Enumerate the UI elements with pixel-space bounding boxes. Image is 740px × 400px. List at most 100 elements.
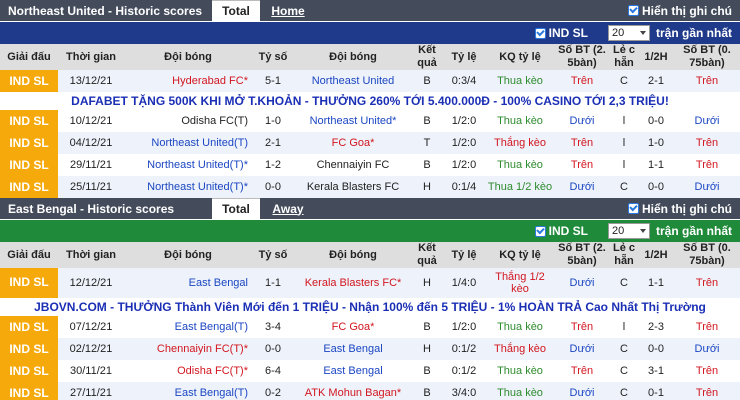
league-cell[interactable]: IND SL [0, 110, 58, 132]
league-cell[interactable]: IND SL [0, 176, 58, 198]
match-count-select[interactable]: 20 [607, 25, 650, 41]
table-row: IND SL 12/12/21 East Bengal 1-1 Kerala Blast… [0, 268, 740, 298]
odds-cell: 1/2:0 [442, 316, 486, 338]
home-team-link[interactable]: Northeast United(T)* [124, 154, 252, 176]
chevron-down-icon [639, 31, 646, 35]
odds-cell: 1/2:0 [442, 132, 486, 154]
league-filter-toggle[interactable]: IND SL [534, 224, 588, 238]
half-time-cell: 2-1 [638, 70, 674, 92]
results-table: Giải đấu Thời gian Đội bóng Tỷ số Đội bóng Kế… [0, 44, 740, 198]
ad-banner-link[interactable]: DAFABET TẶNG 500K KHI MỞ T.KHOẢN - THƯỞN… [0, 92, 740, 110]
league-cell[interactable]: IND SL [0, 338, 58, 360]
home-team-link[interactable]: East Bengal(T) [124, 382, 252, 400]
column-header-odds_result: KQ tỷ lệ [486, 44, 554, 70]
column-header-goals25: Số BT (2. 5bàn) [554, 242, 610, 268]
column-header-score: Tỷ số [252, 242, 294, 268]
away-team-link[interactable]: FC Goa* [294, 132, 412, 154]
league-cell[interactable]: IND SL [0, 360, 58, 382]
result-cell: B [412, 360, 442, 382]
filter-bar: IND SL 20 trận gần nhất [0, 220, 740, 242]
score-cell: 1-2 [252, 154, 294, 176]
home-team-link[interactable]: East Bengal(T) [124, 316, 252, 338]
home-team-link[interactable]: Northeast United(T)* [124, 176, 252, 198]
odd-even-cell: l [610, 154, 638, 176]
score-cell: 5-1 [252, 70, 294, 92]
away-team-link[interactable]: Kerala Blasters FC [294, 176, 412, 198]
ad-banner-row: JBOVN.COM - THƯỞNG Thành Viên Mới đến 1 … [0, 298, 740, 316]
half-time-cell: 0-0 [638, 338, 674, 360]
odd-even-cell: C [610, 338, 638, 360]
odds-result-cell: Thắng kèo [486, 338, 554, 360]
tab-away[interactable]: Away [260, 198, 316, 219]
home-team-link[interactable]: Chennaiyin FC(T)* [124, 338, 252, 360]
league-cell[interactable]: IND SL [0, 316, 58, 338]
checkbox-icon[interactable] [628, 203, 639, 214]
section-northeast: Northeast United - Historic scores Total… [0, 0, 740, 198]
away-team-link[interactable]: Northeast United* [294, 110, 412, 132]
away-team-link[interactable]: Northeast United [294, 70, 412, 92]
league-filter-toggle[interactable]: IND SL [534, 26, 588, 40]
away-team-link[interactable]: East Bengal [294, 338, 412, 360]
date-cell: 27/11/21 [58, 382, 124, 400]
tab-total[interactable]: Total [212, 198, 260, 219]
checkbox-icon[interactable] [534, 27, 546, 39]
odds-result-cell: Thua kèo [486, 154, 554, 176]
result-cell: B [412, 316, 442, 338]
result-cell: H [412, 176, 442, 198]
home-team-link[interactable]: Odisha FC(T)* [124, 360, 252, 382]
column-header-goals075: Số BT (0. 75bàn) [674, 242, 740, 268]
league-cell[interactable]: IND SL [0, 70, 58, 92]
column-header-odds_result: KQ tỷ lệ [486, 242, 554, 268]
goals075-cell: Dưới [674, 338, 740, 360]
odd-even-cell: C [610, 360, 638, 382]
table-row: IND SL 25/11/21 Northeast United(T)* 0-0 Ker… [0, 176, 740, 198]
away-team-link[interactable]: East Bengal [294, 360, 412, 382]
away-team-link[interactable]: Chennaiyin FC [294, 154, 412, 176]
tab-total[interactable]: Total [212, 0, 260, 21]
home-team-link[interactable]: Northeast United(T) [124, 132, 252, 154]
column-header-odds: Tỷ lệ [442, 44, 486, 70]
checkbox-icon[interactable] [628, 5, 639, 16]
ad-banner-link[interactable]: JBOVN.COM - THƯỞNG Thành Viên Mới đến 1 … [0, 298, 740, 316]
column-header-oddeven: Lẻ c hẵn [610, 44, 638, 70]
league-filter-label: IND SL [548, 26, 588, 40]
date-cell: 02/12/21 [58, 338, 124, 360]
table-row: IND SL 13/12/21 Hyderabad FC* 5-1 Northeast … [0, 70, 740, 92]
show-notes-toggle[interactable]: Hiển thị ghi chú [628, 4, 732, 18]
away-team-link[interactable]: ATK Mohun Bagan* [294, 382, 412, 400]
away-team-link[interactable]: Kerala Blasters FC* [294, 268, 412, 298]
tab-bar: Northeast United - Historic scores Total… [0, 0, 740, 22]
odds-result-cell: Thua kèo [486, 110, 554, 132]
league-cell[interactable]: IND SL [0, 268, 58, 298]
odd-even-cell: C [610, 382, 638, 400]
odds-cell: 1/2:0 [442, 110, 486, 132]
table-row: IND SL 30/11/21 Odisha FC(T)* 6-4 East Benga… [0, 360, 740, 382]
odds-result-cell: Thua kèo [486, 382, 554, 400]
match-count-select[interactable]: 20 [607, 223, 650, 239]
league-cell[interactable]: IND SL [0, 382, 58, 400]
chevron-down-icon [639, 229, 646, 233]
date-cell: 07/12/21 [58, 316, 124, 338]
show-notes-toggle[interactable]: Hiển thị ghi chú [628, 202, 732, 216]
checkbox-icon[interactable] [534, 225, 546, 237]
league-cell[interactable]: IND SL [0, 132, 58, 154]
away-team-link[interactable]: FC Goa* [294, 316, 412, 338]
column-header-half: 1/2H [638, 242, 674, 268]
date-cell: 29/11/21 [58, 154, 124, 176]
half-time-cell: 1-1 [638, 154, 674, 176]
odd-even-cell: l [610, 132, 638, 154]
column-header-score: Tỷ số [252, 44, 294, 70]
tab-home[interactable]: Home [260, 0, 316, 21]
home-team-link[interactable]: Odisha FC(T) [124, 110, 252, 132]
header-row: Giải đấu Thời gian Đội bóng Tỷ số Đội bóng Kế… [0, 242, 740, 268]
score-cell: 0-0 [252, 338, 294, 360]
half-time-cell: 0-0 [638, 110, 674, 132]
goals075-cell: Trên [674, 132, 740, 154]
column-header-result: Kết quả [412, 242, 442, 268]
goals25-cell: Dưới [554, 268, 610, 298]
result-cell: B [412, 110, 442, 132]
home-team-link[interactable]: Hyderabad FC* [124, 70, 252, 92]
league-cell[interactable]: IND SL [0, 154, 58, 176]
table-row: IND SL 02/12/21 Chennaiyin FC(T)* 0-0 East B… [0, 338, 740, 360]
home-team-link[interactable]: East Bengal [124, 268, 252, 298]
